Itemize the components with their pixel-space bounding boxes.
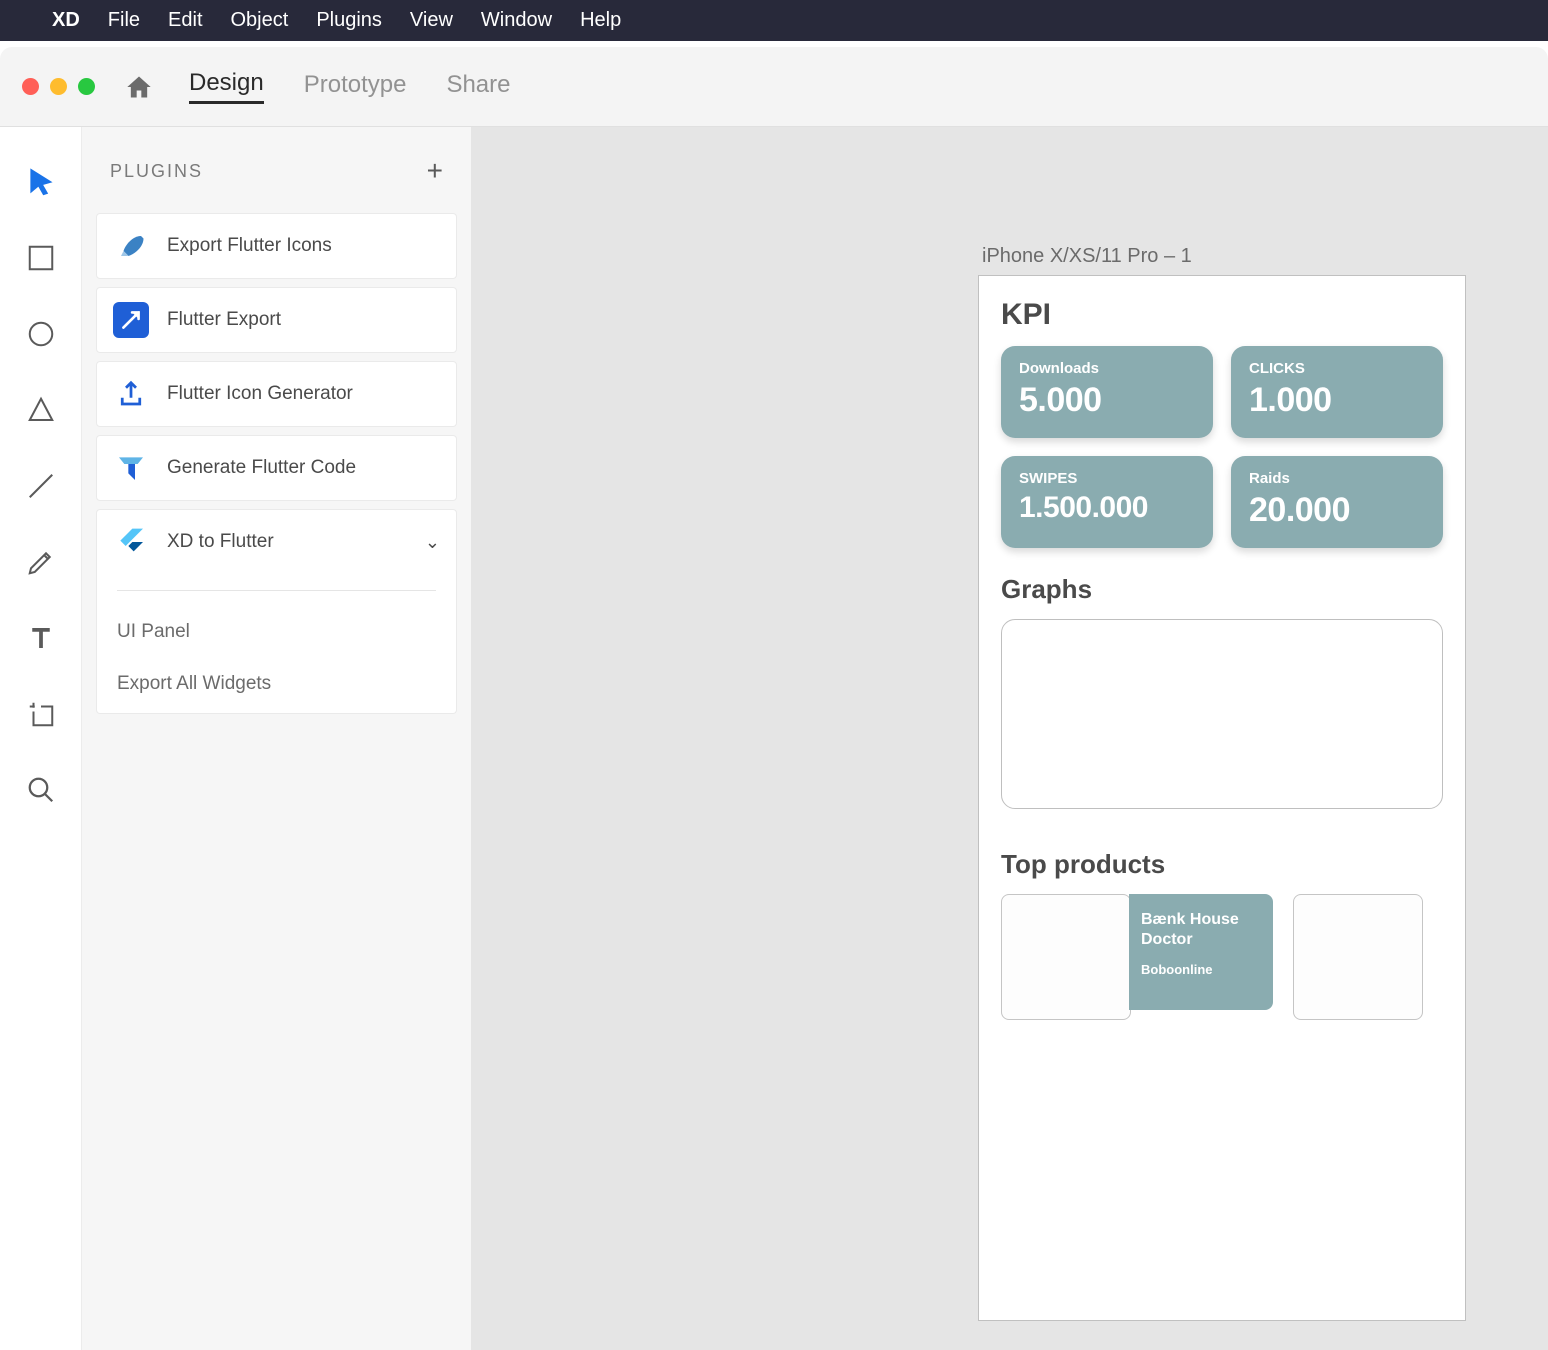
artboard-tool-icon[interactable] xyxy=(26,699,56,729)
kpi-label: Downloads xyxy=(1019,360,1195,377)
product-vendor: Boboonline xyxy=(1141,962,1261,977)
pen-tool-icon[interactable] xyxy=(26,547,56,577)
plugin-export-flutter-icons[interactable]: Export Flutter Icons xyxy=(96,213,457,279)
home-icon[interactable] xyxy=(125,73,153,101)
menu-view[interactable]: View xyxy=(410,9,453,32)
plugin-label: Flutter Icon Generator xyxy=(167,383,353,405)
window-close-button[interactable] xyxy=(22,78,39,95)
plugin-flutter-export[interactable]: Flutter Export xyxy=(96,287,457,353)
artboard[interactable]: KPI Downloads 5.000 CLICKS 1.000 SWIPES … xyxy=(978,275,1466,1321)
kpi-grid: Downloads 5.000 CLICKS 1.000 SWIPES 1.50… xyxy=(1001,346,1443,548)
product-image-placeholder[interactable] xyxy=(1001,894,1131,1020)
product-info-card[interactable]: Bænk House Doctor Boboonline xyxy=(1129,894,1273,1010)
kpi-card-clicks[interactable]: CLICKS 1.000 xyxy=(1231,346,1443,438)
traffic-lights xyxy=(22,78,95,95)
plugin-flutter-icon-generator[interactable]: Flutter Icon Generator xyxy=(96,361,457,427)
kpi-label: Raids xyxy=(1249,470,1425,487)
kpi-value: 1.000 xyxy=(1249,381,1425,420)
menu-object[interactable]: Object xyxy=(231,9,289,32)
plugin-label: Export Flutter Icons xyxy=(167,235,332,257)
tab-prototype[interactable]: Prototype xyxy=(304,71,407,103)
kpi-value: 20.000 xyxy=(1249,491,1425,530)
plugin-upload-icon xyxy=(113,376,149,412)
tab-share[interactable]: Share xyxy=(446,71,510,103)
kpi-card-swipes[interactable]: SWIPES 1.500.000 xyxy=(1001,456,1213,548)
plugin-sub-ui-panel[interactable]: UI Panel xyxy=(117,611,436,643)
tool-rail xyxy=(0,127,82,1350)
plugin-label: Flutter Export xyxy=(167,309,281,331)
product-title: Bænk House Doctor xyxy=(1141,910,1261,950)
plugin-flutter-icon xyxy=(113,524,149,560)
graph-placeholder[interactable] xyxy=(1001,619,1443,809)
kpi-value: 1.500.000 xyxy=(1019,491,1195,525)
tab-design[interactable]: Design xyxy=(189,69,264,104)
products-heading: Top products xyxy=(1001,849,1443,880)
line-tool-icon[interactable] xyxy=(26,471,56,501)
menu-plugins[interactable]: Plugins xyxy=(316,9,382,32)
plugin-t-icon xyxy=(113,450,149,486)
plugin-feather-icon xyxy=(113,228,149,264)
add-plugin-icon[interactable]: + xyxy=(427,157,443,185)
menu-help[interactable]: Help xyxy=(580,9,621,32)
plugins-panel-title: PLUGINS xyxy=(110,161,203,182)
menu-edit[interactable]: Edit xyxy=(168,9,202,32)
polygon-tool-icon[interactable] xyxy=(26,395,56,425)
product-image-placeholder[interactable] xyxy=(1293,894,1423,1020)
canvas[interactable]: iPhone X/XS/11 Pro – 1 KPI Downloads 5.0… xyxy=(472,127,1548,1350)
divider xyxy=(117,590,436,591)
plugin-label: Generate Flutter Code xyxy=(167,457,356,479)
kpi-card-raids[interactable]: Raids 20.000 xyxy=(1231,456,1443,548)
graphs-heading: Graphs xyxy=(1001,574,1443,605)
products-row: Bænk House Doctor Boboonline xyxy=(1001,894,1443,1020)
text-tool-icon[interactable] xyxy=(26,623,56,653)
kpi-value: 5.000 xyxy=(1019,381,1195,420)
window-zoom-button[interactable] xyxy=(78,78,95,95)
rectangle-tool-icon[interactable] xyxy=(26,243,56,273)
menu-app-name[interactable]: XD xyxy=(52,9,80,32)
plugins-panel: PLUGINS + Export Flutter Icons Flutter E… xyxy=(82,127,472,1350)
ellipse-tool-icon[interactable] xyxy=(26,319,56,349)
plugin-sub-export-all-widgets[interactable]: Export All Widgets xyxy=(117,663,436,695)
select-tool-icon[interactable] xyxy=(26,167,56,197)
macos-menubar: XD File Edit Object Plugins View Window … xyxy=(0,0,1548,41)
artboard-label[interactable]: iPhone X/XS/11 Pro – 1 xyxy=(982,245,1192,268)
kpi-label: SWIPES xyxy=(1019,470,1195,487)
plugin-export-icon xyxy=(113,302,149,338)
kpi-label: CLICKS xyxy=(1249,360,1425,377)
kpi-heading: KPI xyxy=(1001,298,1443,332)
menu-window[interactable]: Window xyxy=(481,9,552,32)
plugin-submenu: UI Panel Export All Widgets xyxy=(96,574,457,714)
kpi-card-downloads[interactable]: Downloads 5.000 xyxy=(1001,346,1213,438)
plugin-label: XD to Flutter xyxy=(167,531,274,553)
plugin-generate-flutter-code[interactable]: Generate Flutter Code xyxy=(96,435,457,501)
window-chrome: Design Prototype Share xyxy=(0,47,1548,127)
menu-file[interactable]: File xyxy=(108,9,140,32)
window-minimize-button[interactable] xyxy=(50,78,67,95)
zoom-tool-icon[interactable] xyxy=(26,775,56,805)
plugin-xd-to-flutter[interactable]: XD to Flutter ⌄ xyxy=(96,509,457,574)
chevron-down-icon: ⌄ xyxy=(425,532,440,553)
